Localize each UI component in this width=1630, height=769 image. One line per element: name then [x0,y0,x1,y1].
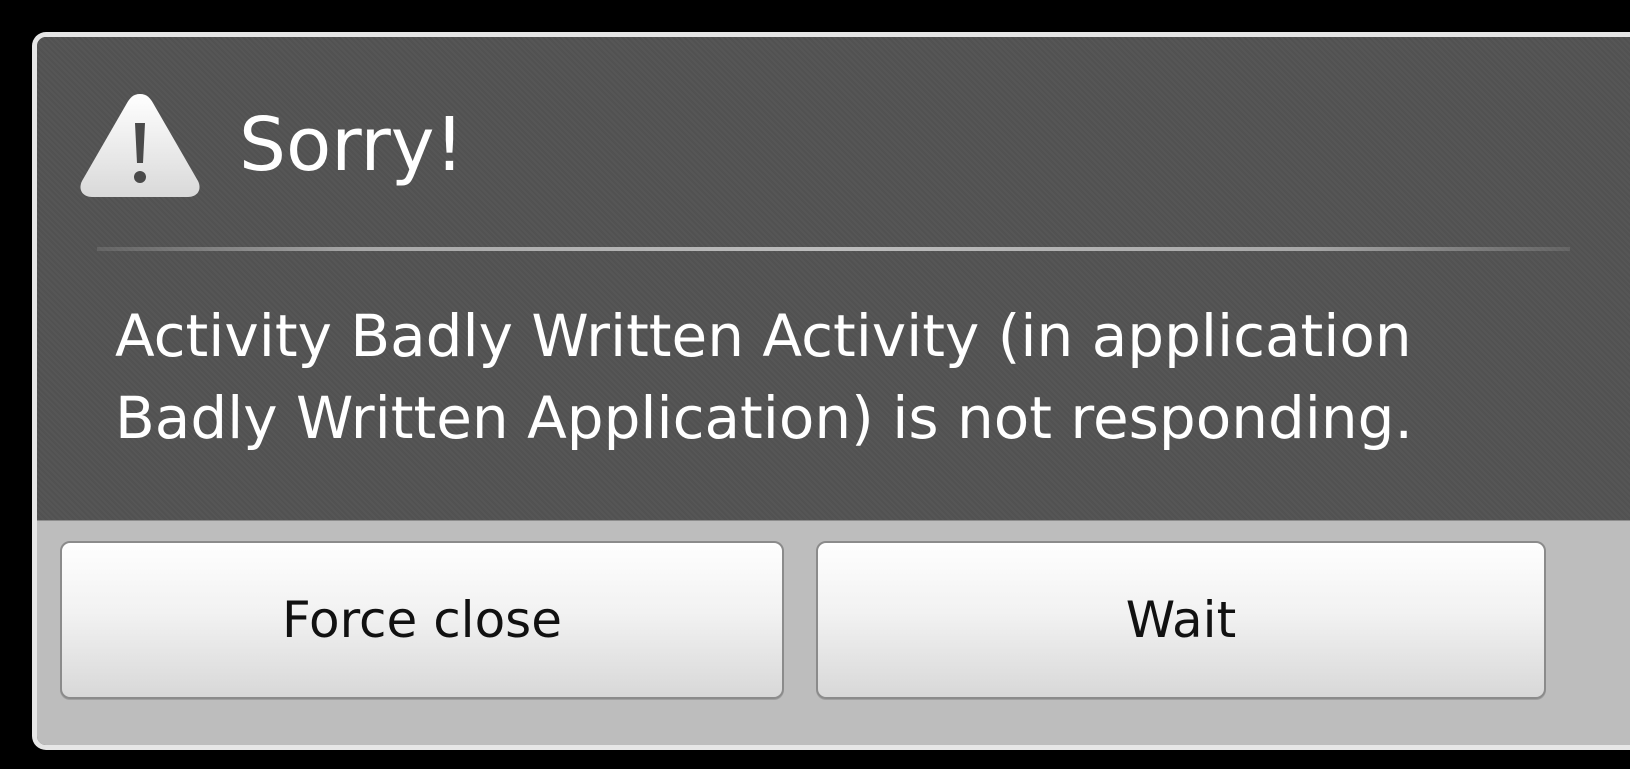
dialog-content: Sorry! Activity Badly Written Activity (… [37,37,1630,520]
dialog-title: Sorry! [239,101,465,188]
force-close-label: Force close [282,591,562,649]
dialog-header: Sorry! [77,87,464,202]
not-responding-dialog: Sorry! Activity Badly Written Activity (… [32,32,1630,750]
dialog-message: Activity Badly Written Activity (in appl… [115,302,1413,452]
wait-button[interactable]: Wait [816,541,1546,699]
force-close-button[interactable]: Force close [60,541,784,699]
warning-icon [80,93,200,197]
screen: Sorry! Activity Badly Written Activity (… [0,0,1630,769]
dialog-button-bar: Force close Wait [37,520,1630,745]
title-divider [97,247,1570,251]
wait-label: Wait [1125,591,1237,649]
